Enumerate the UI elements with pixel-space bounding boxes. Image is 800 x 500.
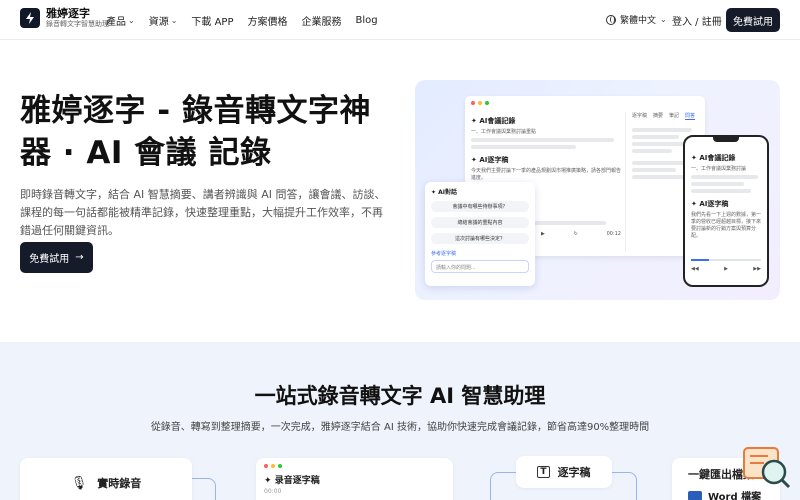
hero-cta-button[interactable]: 免費試用 → bbox=[20, 242, 93, 273]
brand-name: 雅婷逐字 bbox=[46, 7, 90, 20]
feature-card-record[interactable]: 🎙 實時錄音 bbox=[20, 458, 192, 500]
features-subtitle: 從錄音、轉寫到整理摘要，一次完成，雅婷逐字結合 AI 技術，協助你快速完成會議記… bbox=[150, 422, 650, 433]
top-nav: 雅婷逐字 錄音轉文字智慧助理 產品 ⌄ 資源 ⌄ 下載 APP 方案價格 企業服務 … bbox=[0, 0, 800, 40]
tab-notes[interactable]: 筆記 bbox=[669, 112, 679, 120]
nav-item-products[interactable]: 產品 ⌄ bbox=[106, 13, 135, 28]
chevron-down-icon: ⌄ bbox=[170, 16, 178, 25]
features-title: 一站式錄音轉文字 AI 智慧助理 bbox=[254, 384, 546, 408]
text-icon: T bbox=[537, 466, 550, 478]
globe-icon bbox=[606, 14, 616, 25]
arrow-right-icon: → bbox=[75, 252, 84, 263]
features-section: 一站式錄音轉文字 AI 智慧助理 從錄音、轉寫到整理摘要，一次完成，雅婷逐字結合… bbox=[0, 342, 800, 500]
hero-description: 即時錄音轉文字，結合 AI 智慧摘要、講者辨識與 AI 問答，讓會議、訪談、課程… bbox=[20, 188, 386, 237]
nav-item-pricing[interactable]: 方案價格 bbox=[248, 13, 288, 28]
rewind-icon[interactable]: ◀◀ bbox=[691, 266, 699, 272]
audio-progress[interactable] bbox=[691, 259, 761, 261]
chat-suggestion[interactable]: 這次討論有哪些決定？ bbox=[431, 233, 529, 244]
nav-item-download-app[interactable]: 下載 APP bbox=[191, 13, 233, 28]
chevron-down-icon: ⌄ bbox=[128, 16, 135, 25]
window-min-dot bbox=[478, 101, 482, 105]
window-max-dot bbox=[485, 101, 489, 105]
phone-mockup: ✦ AI會議記錄 一、工作會議與業務討論 ✦ AI逐字稿 我們先看一下上週的數據… bbox=[683, 135, 769, 287]
product-mockup: ✦ AI會議記錄 一、工作會議與業務討論重點 ✦ AI逐字稿 今天我們主要討論下… bbox=[415, 80, 780, 300]
ai-record-sub: 一、工作會議與業務討論重點 bbox=[471, 129, 537, 135]
hero-title: 雅婷逐字 - 錄音轉文字神器 · AI 會議 記錄 bbox=[20, 93, 371, 171]
phone-ai-transcript-title: ✦ AI逐字稿 bbox=[691, 200, 729, 208]
language-selector[interactable]: 繁體中文 ⌄ bbox=[606, 13, 667, 26]
brand-tagline: 錄音轉文字智慧助理 bbox=[46, 20, 109, 28]
ai-transcript-text: 今天我們主要討論下一季的產品規劃與市場推廣策略，請各部門報告進度。 bbox=[471, 168, 622, 181]
chat-suggestion[interactable]: 會議中有哪些待辦事項？ bbox=[431, 201, 529, 212]
phone-ai-record-sub: 一、工作會議與業務討論 bbox=[691, 166, 747, 172]
word-file-icon bbox=[688, 490, 702, 500]
phone-ai-record-title: ✦ AI會議記錄 bbox=[691, 154, 736, 162]
tab-summary[interactable]: 摘要 bbox=[653, 112, 663, 120]
nav-item-blog[interactable]: Blog bbox=[356, 13, 378, 28]
time-display: 00:12 bbox=[606, 231, 621, 237]
play-icon[interactable]: ▶ bbox=[541, 231, 545, 237]
ai-chat-title: ✦ AI對話 bbox=[431, 189, 458, 196]
phone-ai-transcript-text: 我們先看一下上週的數據，第一季的營收已經超越目標，接下來要討論新的行銷方案與預算… bbox=[691, 212, 762, 239]
brand-logo[interactable]: 雅婷逐字 錄音轉文字智慧助理 bbox=[20, 8, 109, 28]
chat-suggestion[interactable]: 總結會議的重點內容 bbox=[431, 217, 529, 228]
feature-card-transcript[interactable]: T 逐字稿 bbox=[516, 456, 612, 488]
nav-links: 產品 ⌄ 資源 ⌄ 下載 APP 方案價格 企業服務 Blog bbox=[106, 13, 378, 28]
ai-chat-panel: ✦ AI對話 會議中有哪些待辦事項？ 總結會議的重點內容 這次討論有哪些決定？ … bbox=[425, 182, 535, 286]
chat-input[interactable]: 請輸入你的問題... bbox=[431, 260, 529, 273]
feature-card-transcript-window[interactable]: ✦ 录音逐字稿 00:00 bbox=[256, 458, 453, 500]
forward-icon[interactable]: ▶▶ bbox=[753, 266, 761, 272]
nav-item-resources[interactable]: 資源 ⌄ bbox=[149, 13, 178, 28]
tab-transcript[interactable]: 逐字稿 bbox=[632, 112, 647, 120]
floating-search-chat-icon[interactable] bbox=[742, 446, 792, 496]
ai-transcript-title: ✦ AI逐字稿 bbox=[471, 156, 509, 164]
ai-record-title: ✦ AI會議記錄 bbox=[471, 117, 516, 125]
chevron-down-icon: ⌄ bbox=[660, 15, 667, 24]
replay-icon[interactable]: ↻ bbox=[574, 231, 578, 237]
login-link[interactable]: 登入 / 註冊 bbox=[672, 13, 722, 28]
bolt-icon bbox=[20, 8, 40, 28]
nav-item-enterprise[interactable]: 企業服務 bbox=[302, 13, 342, 28]
chat-reference-tag: 參考逐字稿 bbox=[431, 251, 457, 257]
microphone-icon: 🎙 bbox=[70, 475, 88, 491]
play-icon[interactable]: ▶ bbox=[724, 266, 728, 272]
tab-qa[interactable]: 問答 bbox=[685, 112, 696, 120]
window-close-dot bbox=[471, 101, 475, 105]
free-trial-button[interactable]: 免費試用 bbox=[726, 8, 780, 32]
